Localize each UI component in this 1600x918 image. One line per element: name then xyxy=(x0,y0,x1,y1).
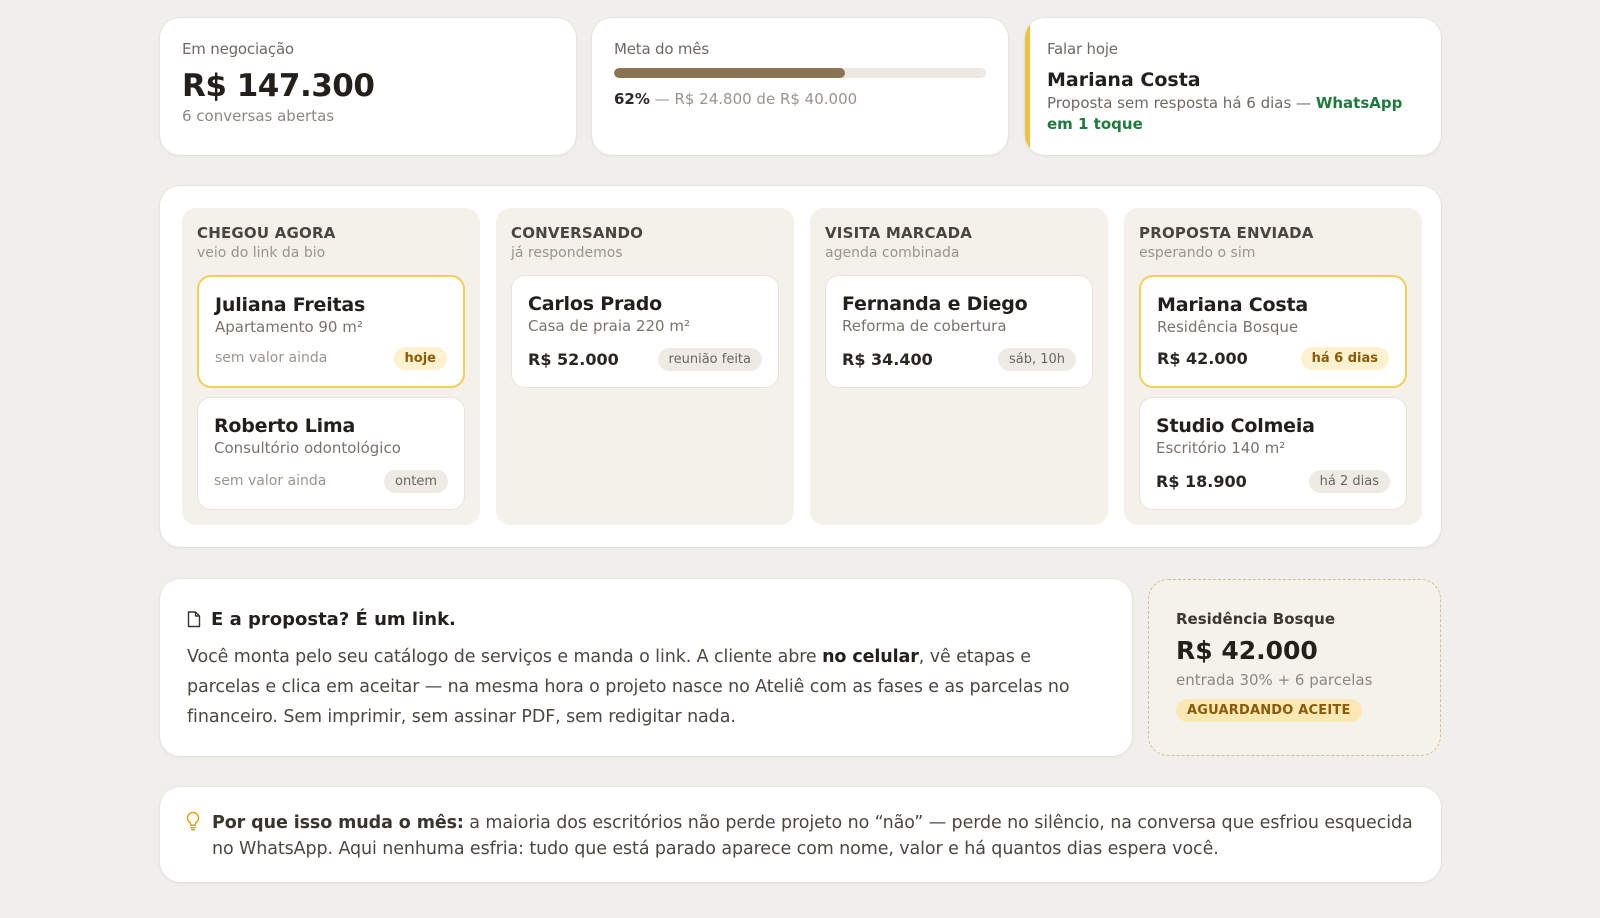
column-chegou-agora: CHEGOU AGORA veio do link da bio Juliana… xyxy=(182,208,480,525)
talk-today-name: Mariana Costa xyxy=(1047,69,1201,91)
talk-today-reason: Proposta sem resposta há 6 dias — xyxy=(1047,94,1316,112)
kpi-label: Meta do mês xyxy=(614,40,709,58)
deal-card[interactable]: Mariana Costa Residência Bosque R$ 42.00… xyxy=(1139,275,1407,388)
kpi-value: R$ 147.300 xyxy=(182,68,375,104)
goal-progress-fill xyxy=(614,68,845,78)
pipeline-board: CHEGOU AGORA veio do link da bio Juliana… xyxy=(160,186,1441,547)
preview-status-badge: AGUARDANDO ACEITE xyxy=(1176,699,1362,722)
deal-card[interactable]: Carlos Prado Casa de praia 220 m² R$ 52.… xyxy=(511,275,779,388)
document-icon xyxy=(187,611,201,628)
kpi-goal-card: Meta do mês 62% — R$ 24.800 de R$ 40.000 xyxy=(592,18,1008,155)
preview-terms: entrada 30% + 6 parcelas xyxy=(1176,671,1373,689)
deal-desc: Residência Bosque xyxy=(1157,318,1299,336)
deal-value: R$ 34.400 xyxy=(842,349,933,369)
kpi-talk-today-card: Falar hoje Mariana Costa Proposta sem re… xyxy=(1025,18,1441,155)
deal-name: Fernanda e Diego xyxy=(842,293,1028,315)
deal-name: Carlos Prado xyxy=(528,293,662,315)
column-conversando: CONVERSANDO já respondemos Carlos Prado … xyxy=(496,208,794,525)
column-title: CHEGOU AGORA xyxy=(197,224,336,242)
column-subtitle: já respondemos xyxy=(511,245,623,261)
deal-desc: Consultório odontológico xyxy=(214,439,401,457)
deal-value: sem valor ainda xyxy=(214,473,327,489)
proposal-text: Você monta pelo seu catálogo de serviços… xyxy=(187,642,1105,732)
deal-age-badge: ontem xyxy=(384,469,448,493)
insight-card: Por que isso muda o mês: a maioria dos e… xyxy=(160,787,1441,882)
deal-status-badge: reunião feita xyxy=(657,347,762,371)
column-subtitle: esperando o sim xyxy=(1139,245,1256,261)
deal-desc: Reforma de cobertura xyxy=(842,317,1007,335)
proposal-title: E a proposta? É um link. xyxy=(211,609,456,630)
deal-card[interactable]: Studio Colmeia Escritório 140 m² R$ 18.9… xyxy=(1139,397,1407,510)
kpi-sub: 6 conversas abertas xyxy=(182,107,335,125)
preview-project-name: Residência Bosque xyxy=(1176,610,1336,628)
proposal-preview-card[interactable]: Residência Bosque R$ 42.000 entrada 30% … xyxy=(1148,579,1441,756)
deal-name: Roberto Lima xyxy=(214,415,356,437)
goal-detail: — R$ 24.800 de R$ 40.000 xyxy=(649,90,858,108)
proposal-text-bold: no celular xyxy=(822,647,919,667)
deal-value: R$ 52.000 xyxy=(528,349,619,369)
column-title: CONVERSANDO xyxy=(511,224,644,242)
column-visita-marcada: VISITA MARCADA agenda combinada Fernanda… xyxy=(810,208,1108,525)
deal-card[interactable]: Fernanda e Diego Reforma de cobertura R$… xyxy=(825,275,1093,388)
proposal-heading: E a proposta? É um link. xyxy=(187,609,1105,630)
deal-name: Studio Colmeia xyxy=(1156,415,1315,437)
lightbulb-icon xyxy=(186,811,200,831)
deal-age-badge: há 2 dias xyxy=(1308,469,1390,493)
deal-card[interactable]: Juliana Freitas Apartamento 90 m² sem va… xyxy=(197,275,465,388)
deal-desc: Casa de praia 220 m² xyxy=(528,317,690,335)
deal-value: sem valor ainda xyxy=(215,350,328,366)
deal-age-badge: há 6 dias xyxy=(1300,346,1389,370)
column-title: PROPOSTA ENVIADA xyxy=(1139,224,1314,242)
deal-value: R$ 18.900 xyxy=(1156,471,1247,491)
deal-value: R$ 42.000 xyxy=(1157,348,1248,368)
column-subtitle: veio do link da bio xyxy=(197,245,326,261)
proposal-text-part: Você monta pelo seu catálogo de serviços… xyxy=(187,647,823,667)
goal-percent: 62% xyxy=(614,90,650,108)
column-title: VISITA MARCADA xyxy=(825,224,973,242)
proposal-info-card: E a proposta? É um link. Você monta pelo… xyxy=(160,579,1132,756)
insight-lead: Por que isso muda o mês: xyxy=(212,813,464,833)
goal-progress-bar xyxy=(614,68,986,78)
deal-desc: Apartamento 90 m² xyxy=(215,318,363,336)
preview-value: R$ 42.000 xyxy=(1176,636,1318,665)
deal-name: Juliana Freitas xyxy=(215,294,366,316)
talk-today-desc: Proposta sem resposta há 6 dias — WhatsA… xyxy=(1047,93,1419,135)
column-proposta-enviada: PROPOSTA ENVIADA esperando o sim Mariana… xyxy=(1124,208,1422,525)
kpi-negotiation-card: Em negociação R$ 147.300 6 conversas abe… xyxy=(160,18,576,155)
deal-date-badge: sáb, 10h xyxy=(997,347,1076,371)
insight-text: Por que isso muda o mês: a maioria dos e… xyxy=(212,810,1414,862)
column-subtitle: agenda combinada xyxy=(825,245,960,261)
deal-name: Mariana Costa xyxy=(1157,294,1309,316)
goal-progress-text: 62% — R$ 24.800 de R$ 40.000 xyxy=(614,90,986,108)
deal-desc: Escritório 140 m² xyxy=(1156,439,1286,457)
deal-age-badge: hoje xyxy=(393,346,447,370)
kpi-label: Falar hoje xyxy=(1047,40,1118,58)
deal-card[interactable]: Roberto Lima Consultório odontológico se… xyxy=(197,397,465,510)
kpi-label: Em negociação xyxy=(182,40,294,58)
